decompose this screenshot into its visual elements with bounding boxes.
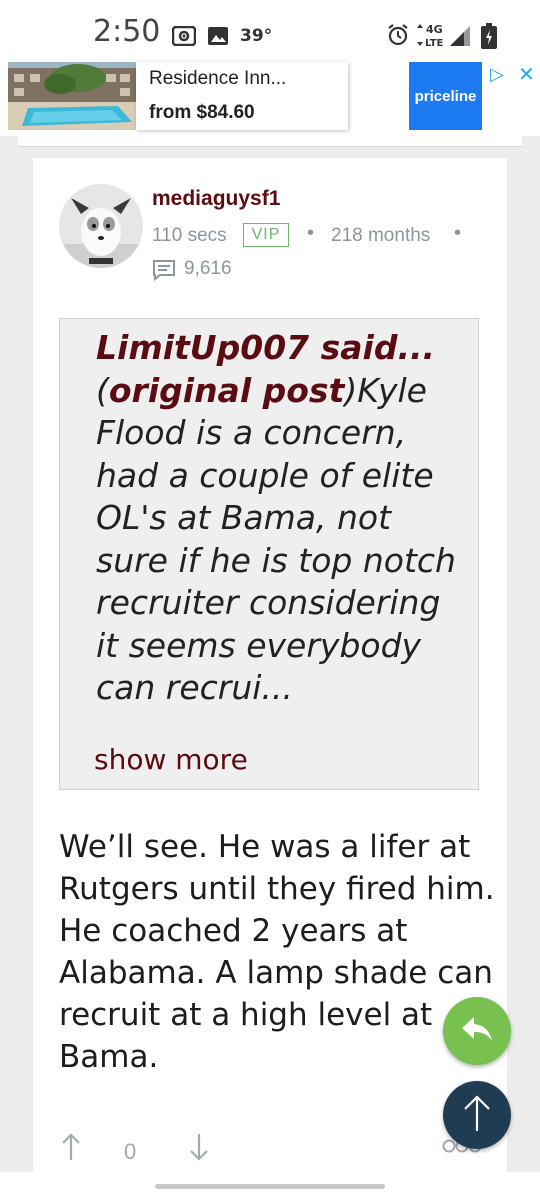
ad-hotel-image[interactable] <box>8 62 136 130</box>
quote-block: LimitUp007 said... (original post)Kyle Fl… <box>59 318 479 790</box>
upvote-icon[interactable] <box>60 1132 82 1167</box>
membership-duration: 218 months <box>331 225 431 246</box>
priceline-logo[interactable]: priceline <box>409 62 482 130</box>
svg-text:LTE: LTE <box>425 38 444 48</box>
vip-badge: VIP <box>243 223 289 247</box>
ad-banner[interactable]: Residence Inn... from $84.60 priceline ▷… <box>0 58 540 136</box>
ad-price: from $84.60 <box>149 102 255 123</box>
cast-icon <box>171 25 197 51</box>
arrow-up-icon <box>462 1093 492 1138</box>
reply-button[interactable] <box>443 997 511 1065</box>
home-gesture-handle[interactable] <box>155 1184 385 1189</box>
ad-title: Residence Inn... <box>149 68 287 89</box>
status-bar: 2:50 39° 4G LTE <box>0 0 540 60</box>
posts-icon <box>152 259 176 286</box>
quote-text-start: Kyle <box>357 370 427 410</box>
post-time: 110 secs <box>152 225 227 246</box>
signal-icon <box>448 25 472 52</box>
quote-text-rest: Flood is a concern, had a couple of elit… <box>96 413 456 707</box>
show-more-link[interactable]: show more <box>94 743 248 776</box>
original-post-link[interactable]: original post <box>109 371 344 410</box>
reply-icon <box>460 1015 494 1048</box>
downvote-icon[interactable] <box>188 1132 210 1167</box>
adchoices-icon[interactable]: ▷ <box>490 64 504 85</box>
username[interactable]: mediaguysf1 <box>152 187 280 211</box>
ad-card[interactable]: Residence Inn... from $84.60 <box>136 62 348 130</box>
vote-count: 0 <box>124 1139 137 1164</box>
image-icon <box>207 26 229 51</box>
battery-icon <box>480 22 498 55</box>
network-4g-icon: 4G LTE <box>414 22 450 53</box>
avatar[interactable] <box>59 184 143 268</box>
quote-text: LimitUp007 said... (original post)Kyle Fl… <box>96 328 456 707</box>
post-body: We’ll see. He was a lifer at Rutgers unt… <box>59 829 495 1075</box>
previous-card-edge <box>18 136 522 147</box>
post-count: 9,616 <box>184 258 232 279</box>
meta-separator: • <box>454 222 462 244</box>
scroll-to-top-button[interactable] <box>443 1081 511 1149</box>
status-time: 2:50 <box>93 14 161 49</box>
meta-separator: • <box>307 222 315 244</box>
status-temperature: 39° <box>240 26 273 46</box>
quote-author[interactable]: LimitUp007 said... <box>96 328 435 367</box>
ad-close-icon[interactable]: ✕ <box>518 62 535 87</box>
alarm-icon <box>386 23 410 52</box>
svg-text:4G: 4G <box>426 23 443 36</box>
